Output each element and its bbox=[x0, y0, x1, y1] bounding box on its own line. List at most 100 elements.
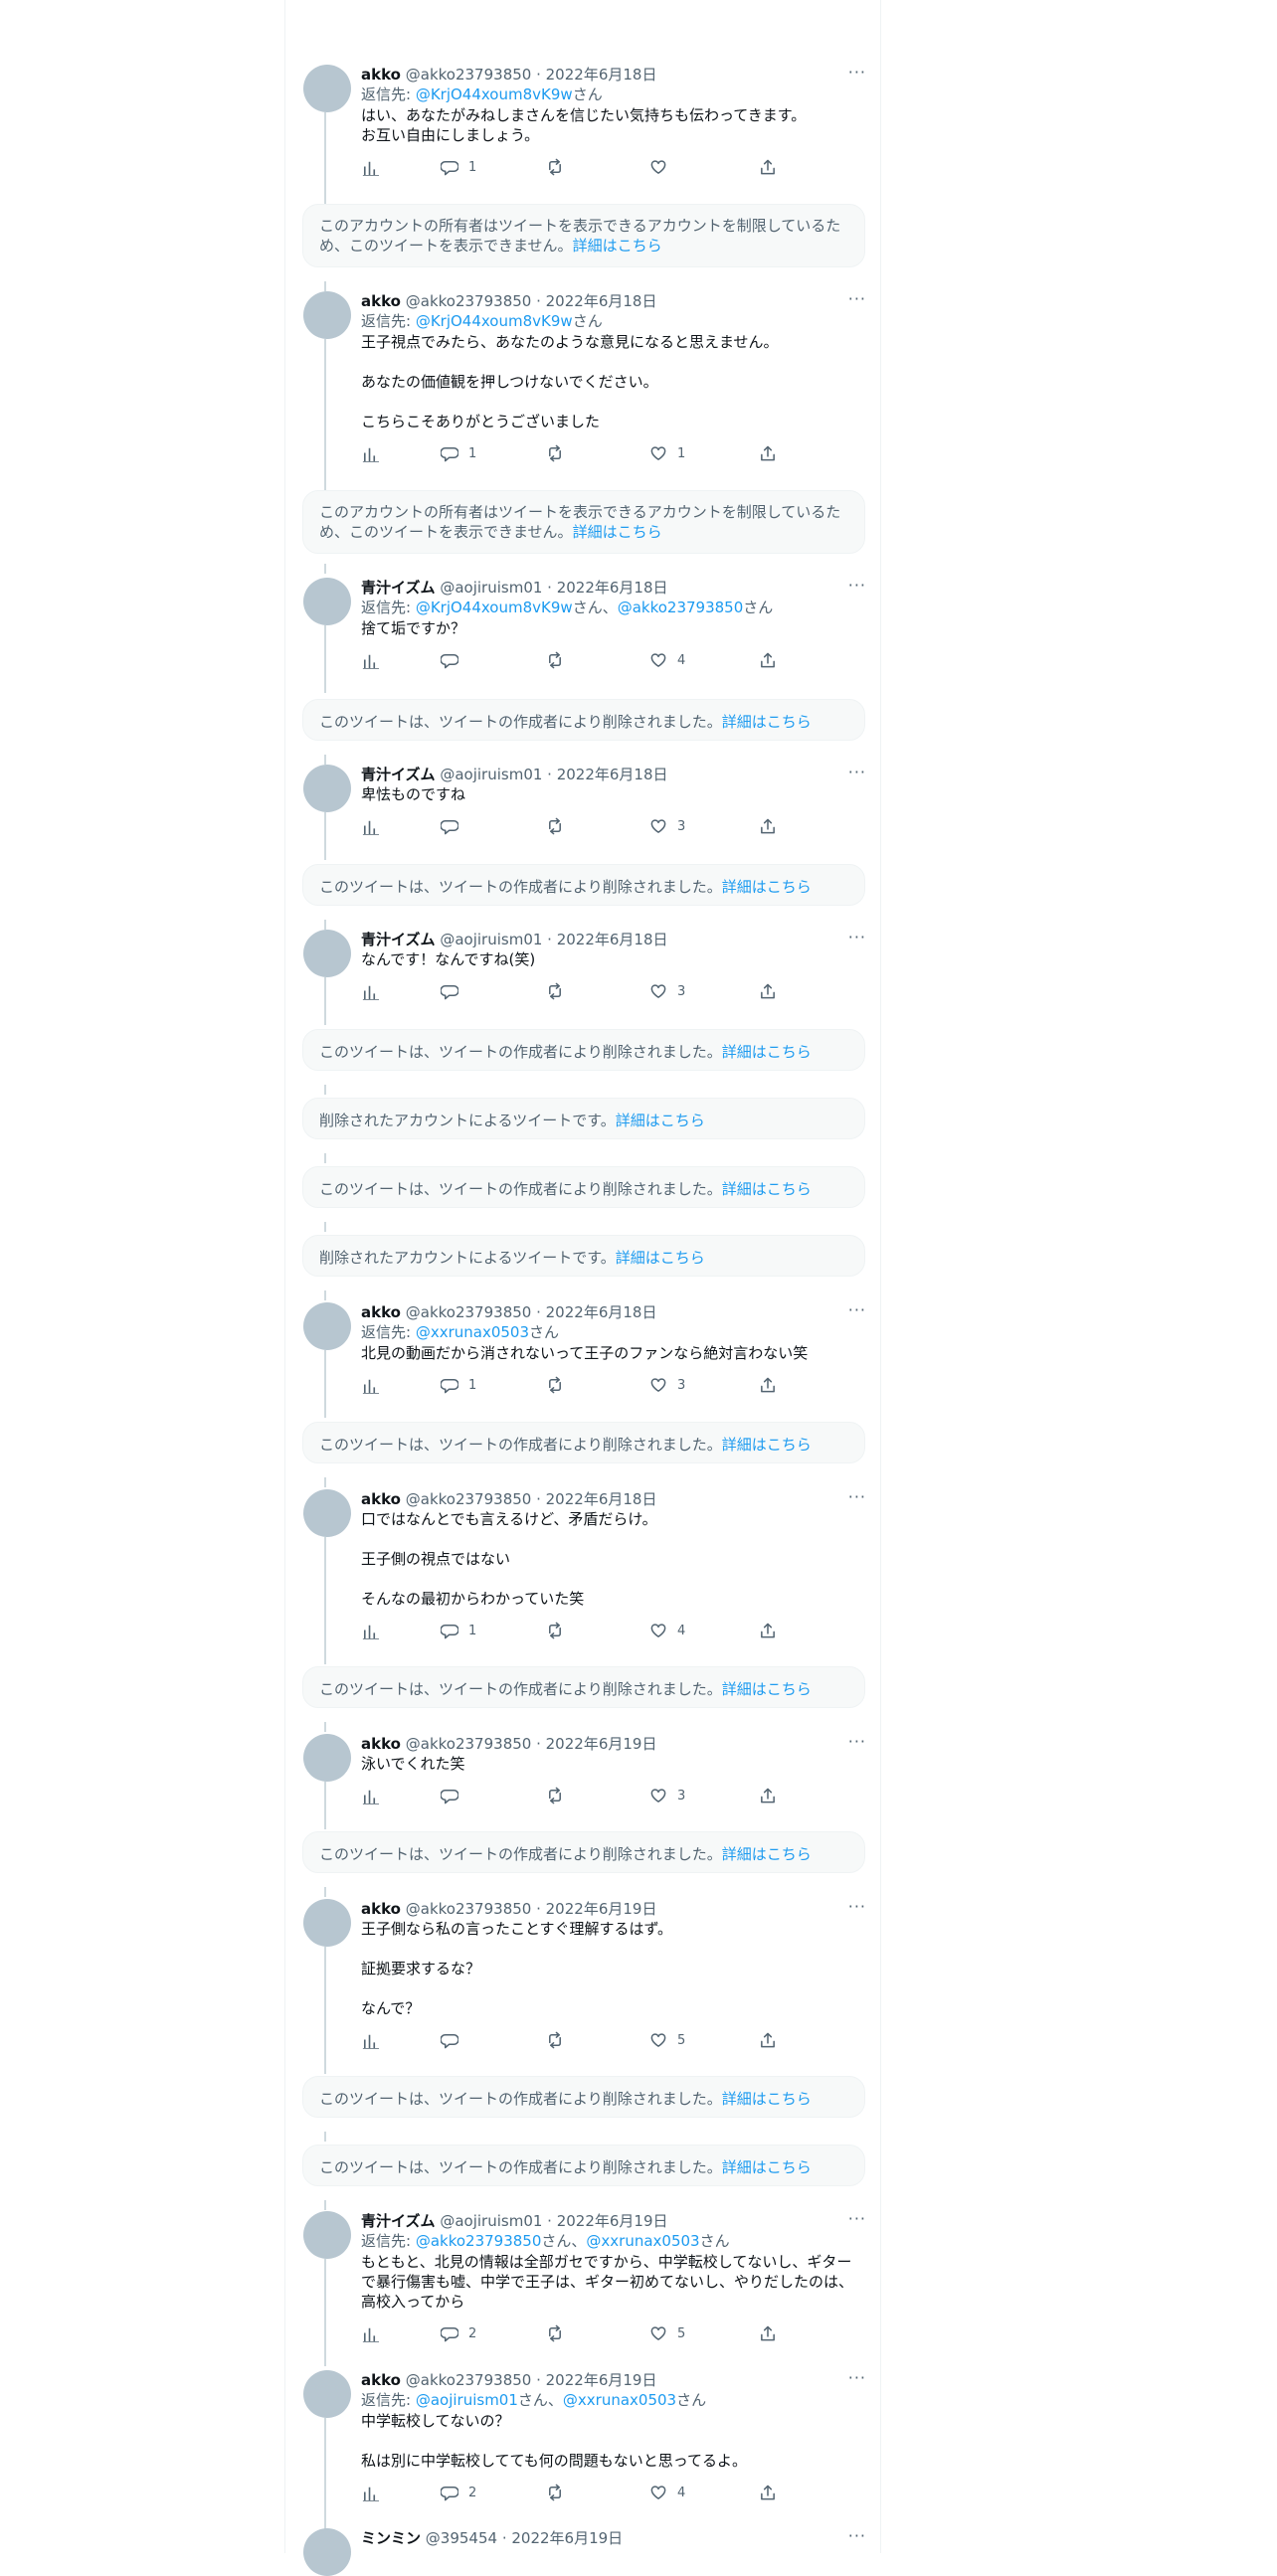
share-button[interactable] bbox=[759, 2323, 777, 2343]
learn-more-link[interactable]: 詳細はこちら bbox=[722, 1680, 812, 1698]
mention-link[interactable]: @xxrunax0503 bbox=[416, 1323, 529, 1341]
user-handle[interactable]: @akko23793850 bbox=[406, 66, 532, 84]
more-icon[interactable]: ··· bbox=[848, 1734, 866, 1750]
learn-more-link[interactable]: 詳細はこちら bbox=[573, 237, 662, 255]
share-button[interactable] bbox=[759, 816, 777, 836]
more-icon[interactable]: ··· bbox=[848, 65, 866, 81]
tweet-date[interactable]: 2022年6月19日 bbox=[557, 2212, 668, 2230]
views-button[interactable] bbox=[361, 1375, 379, 1395]
mention-link[interactable]: @xxrunax0503 bbox=[586, 2232, 699, 2250]
tweet-date[interactable]: 2022年6月18日 bbox=[557, 579, 668, 597]
display-name[interactable]: akko bbox=[361, 1900, 401, 1918]
reply-button[interactable] bbox=[441, 981, 468, 1001]
reply-button[interactable]: 1 bbox=[441, 157, 476, 177]
more-icon[interactable]: ··· bbox=[848, 291, 866, 307]
retweet-button[interactable] bbox=[546, 443, 574, 463]
retweet-button[interactable] bbox=[546, 2030, 574, 2050]
more-icon[interactable]: ··· bbox=[848, 2211, 866, 2227]
retweet-button[interactable] bbox=[546, 981, 574, 1001]
learn-more-link[interactable]: 詳細はこちら bbox=[616, 1249, 705, 1267]
mention-link[interactable]: @KrjO44xoum8vK9w bbox=[416, 312, 573, 330]
learn-more-link[interactable]: 詳細はこちら bbox=[722, 1043, 812, 1061]
display-name[interactable]: akko bbox=[361, 1735, 401, 1753]
like-button[interactable]: 3 bbox=[649, 816, 685, 836]
share-button[interactable] bbox=[759, 2483, 777, 2502]
tweet-date[interactable]: 2022年6月19日 bbox=[511, 2529, 623, 2547]
like-button[interactable] bbox=[649, 157, 677, 177]
user-handle[interactable]: @aojiruism01 bbox=[440, 2212, 542, 2230]
share-button[interactable] bbox=[759, 1786, 777, 1805]
display-name[interactable]: 青汁イズム bbox=[361, 766, 436, 783]
learn-more-link[interactable]: 詳細はこちら bbox=[722, 1180, 812, 1198]
like-button[interactable]: 5 bbox=[649, 2030, 685, 2050]
more-icon[interactable]: ··· bbox=[848, 765, 866, 780]
display-name[interactable]: akko bbox=[361, 2371, 401, 2389]
learn-more-link[interactable]: 詳細はこちら bbox=[722, 713, 812, 731]
reply-button[interactable] bbox=[441, 816, 468, 836]
user-handle[interactable]: @aojiruism01 bbox=[440, 931, 542, 948]
mention-link[interactable]: @akko23793850 bbox=[618, 599, 744, 616]
mention-link[interactable]: @KrjO44xoum8vK9w bbox=[416, 86, 573, 103]
share-button[interactable] bbox=[759, 981, 777, 1001]
views-button[interactable] bbox=[361, 2030, 379, 2050]
share-button[interactable] bbox=[759, 1621, 777, 1640]
mention-link[interactable]: @aojiruism01 bbox=[416, 2391, 518, 2409]
more-icon[interactable]: ··· bbox=[848, 1489, 866, 1505]
display-name[interactable]: 青汁イズム bbox=[361, 2212, 436, 2230]
avatar[interactable] bbox=[303, 1489, 351, 1537]
learn-more-link[interactable]: 詳細はこちら bbox=[722, 878, 812, 896]
views-button[interactable] bbox=[361, 981, 379, 1001]
like-button[interactable]: 1 bbox=[649, 443, 685, 463]
views-button[interactable] bbox=[361, 1786, 379, 1805]
learn-more-link[interactable]: 詳細はこちら bbox=[722, 2090, 812, 2108]
like-button[interactable]: 4 bbox=[649, 650, 685, 670]
retweet-button[interactable] bbox=[546, 650, 574, 670]
avatar[interactable] bbox=[303, 2528, 351, 2576]
display-name[interactable]: akko bbox=[361, 1303, 401, 1321]
tweet-date[interactable]: 2022年6月19日 bbox=[546, 2371, 657, 2389]
like-button[interactable]: 4 bbox=[649, 1621, 685, 1640]
views-button[interactable] bbox=[361, 650, 379, 670]
tweet-date[interactable]: 2022年6月18日 bbox=[546, 66, 657, 84]
avatar[interactable] bbox=[303, 2370, 351, 2418]
display-name[interactable]: ミンミン bbox=[361, 2529, 421, 2547]
avatar[interactable] bbox=[303, 1899, 351, 1947]
retweet-button[interactable] bbox=[546, 1375, 574, 1395]
retweet-button[interactable] bbox=[546, 1621, 574, 1640]
mention-link[interactable]: @akko23793850 bbox=[416, 2232, 542, 2250]
like-button[interactable]: 5 bbox=[649, 2323, 685, 2343]
learn-more-link[interactable]: 詳細はこちら bbox=[616, 1112, 705, 1129]
user-handle[interactable]: @akko23793850 bbox=[406, 1900, 532, 1918]
learn-more-link[interactable]: 詳細はこちら bbox=[573, 523, 662, 541]
user-handle[interactable]: @akko23793850 bbox=[406, 2371, 532, 2389]
learn-more-link[interactable]: 詳細はこちら bbox=[722, 1845, 812, 1863]
avatar[interactable] bbox=[303, 930, 351, 977]
more-icon[interactable]: ··· bbox=[848, 1302, 866, 1318]
display-name[interactable]: 青汁イズム bbox=[361, 579, 436, 597]
retweet-button[interactable] bbox=[546, 2323, 574, 2343]
more-icon[interactable]: ··· bbox=[848, 930, 866, 945]
learn-more-link[interactable]: 詳細はこちら bbox=[722, 1436, 812, 1454]
views-button[interactable] bbox=[361, 2483, 379, 2502]
views-button[interactable] bbox=[361, 1621, 379, 1640]
user-handle[interactable]: @aojiruism01 bbox=[440, 766, 542, 783]
avatar[interactable] bbox=[303, 578, 351, 625]
more-icon[interactable]: ··· bbox=[848, 1899, 866, 1915]
retweet-button[interactable] bbox=[546, 157, 574, 177]
tweet-date[interactable]: 2022年6月18日 bbox=[546, 292, 657, 310]
avatar[interactable] bbox=[303, 1302, 351, 1350]
user-handle[interactable]: @akko23793850 bbox=[406, 1303, 532, 1321]
share-button[interactable] bbox=[759, 650, 777, 670]
views-button[interactable] bbox=[361, 816, 379, 836]
avatar[interactable] bbox=[303, 2211, 351, 2259]
like-button[interactable]: 3 bbox=[649, 1375, 685, 1395]
retweet-button[interactable] bbox=[546, 2483, 574, 2502]
reply-button[interactable] bbox=[441, 650, 468, 670]
mention-link[interactable]: @xxrunax0503 bbox=[563, 2391, 676, 2409]
user-handle[interactable]: @akko23793850 bbox=[406, 292, 532, 310]
retweet-button[interactable] bbox=[546, 1786, 574, 1805]
tweet-date[interactable]: 2022年6月18日 bbox=[557, 766, 668, 783]
tweet-date[interactable]: 2022年6月19日 bbox=[546, 1900, 657, 1918]
share-button[interactable] bbox=[759, 157, 777, 177]
like-button[interactable]: 3 bbox=[649, 981, 685, 1001]
